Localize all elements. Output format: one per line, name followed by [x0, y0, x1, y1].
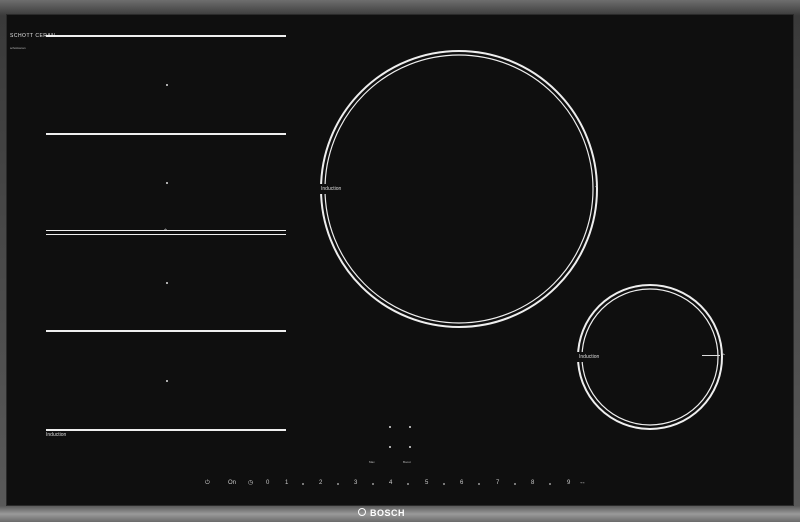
level-dot: [407, 483, 409, 485]
bosch-logo-icon: [358, 508, 366, 516]
level-dot: [337, 483, 339, 485]
level-0[interactable]: 0: [266, 479, 269, 487]
level-dot: [514, 483, 516, 485]
level-9[interactable]: 9: [567, 479, 570, 487]
on-label[interactable]: On: [228, 479, 236, 487]
large-zone-chevron-icon: ⌃: [594, 186, 600, 192]
level-dot: [549, 483, 551, 485]
cooking-zones-svg: [320, 50, 723, 430]
level-dot: [478, 483, 480, 485]
mini-panel: Max Boost: [363, 456, 439, 468]
level-5[interactable]: 5: [425, 479, 428, 487]
boost-icon[interactable]: ⌁⌁: [580, 479, 585, 487]
center-dot-1: [389, 426, 391, 428]
small-zone-label: Induction: [579, 354, 600, 360]
center-dot-4: [409, 446, 411, 448]
small-zone-chevron-icon: ⌃: [721, 354, 727, 360]
large-zone-label: Induction: [321, 186, 342, 192]
mini-panel-left: Max: [369, 460, 375, 464]
power-icon[interactable]: ⏻: [205, 479, 210, 487]
level-dot: [443, 483, 445, 485]
center-dot-3: [389, 446, 391, 448]
brand-logo: BOSCH: [370, 508, 406, 518]
level-7[interactable]: 7: [496, 479, 499, 487]
level-dot: [302, 483, 304, 485]
clock-icon[interactable]: ◷: [248, 479, 253, 487]
center-dot-2: [409, 426, 411, 428]
small-zone-marker: [702, 355, 720, 356]
level-2[interactable]: 2: [319, 479, 322, 487]
level-dot: [372, 483, 374, 485]
level-3[interactable]: 3: [354, 479, 357, 487]
mini-panel-right: Boost: [403, 460, 411, 464]
level-8[interactable]: 8: [531, 479, 534, 487]
level-1[interactable]: 1: [285, 479, 288, 487]
control-strip: ⏻ On ◷ 0 1 2 3 4 5 6 7 8 9 ⌁⌁: [200, 477, 600, 490]
large-zone[interactable]: [320, 50, 598, 328]
level-4[interactable]: 4: [389, 479, 392, 487]
level-6[interactable]: 6: [460, 479, 463, 487]
